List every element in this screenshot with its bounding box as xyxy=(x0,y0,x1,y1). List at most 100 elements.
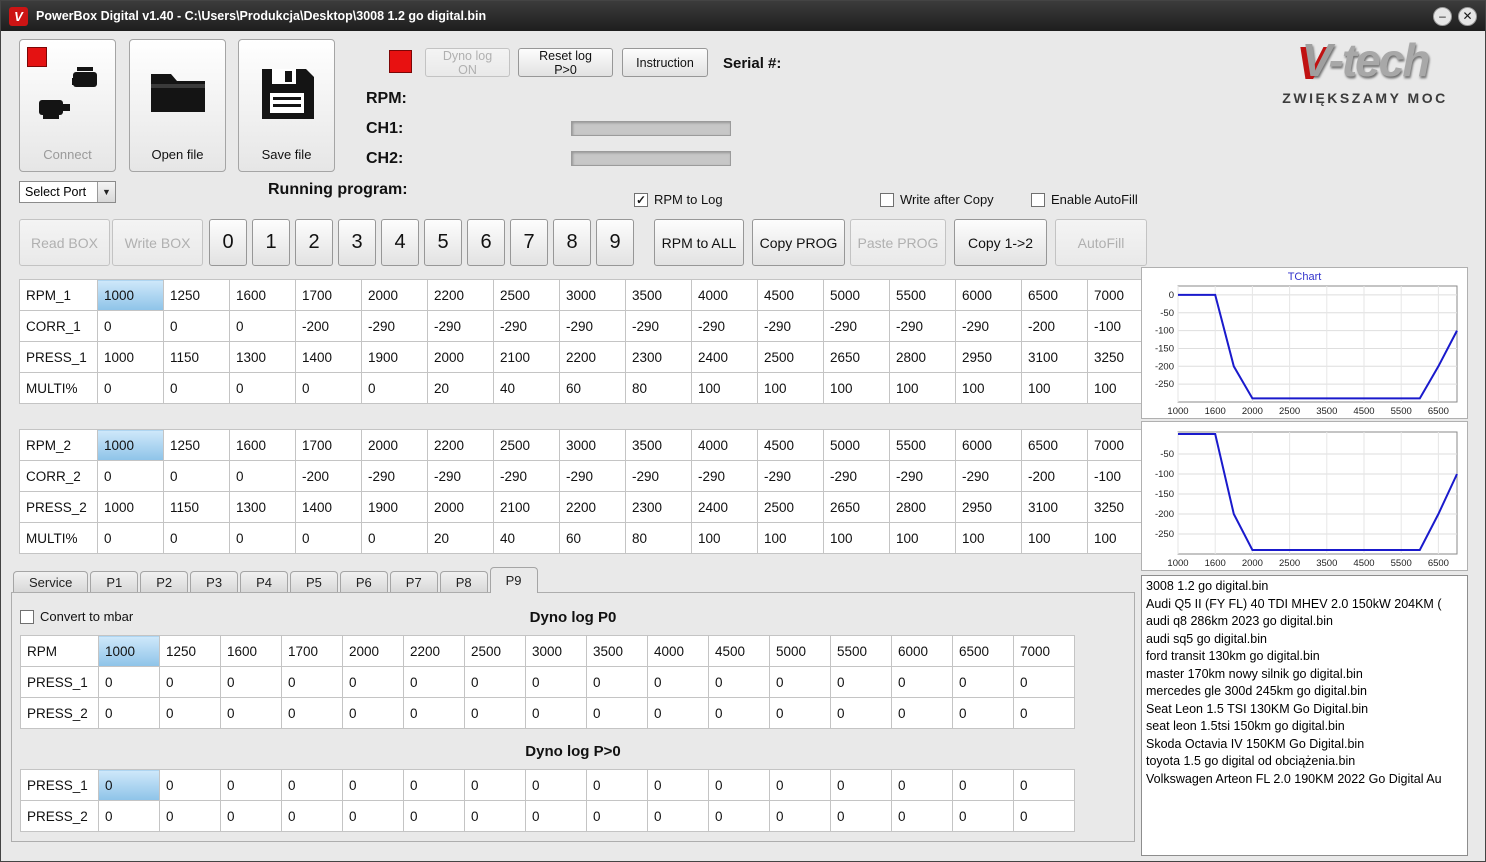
table-cell[interactable]: 1600 xyxy=(229,429,296,461)
read-box-button[interactable]: Read BOX xyxy=(19,219,110,266)
table-cell[interactable]: 100 xyxy=(691,372,758,404)
file-list-item[interactable]: toyota 1.5 go digital od obciążenia.bin xyxy=(1142,753,1467,771)
table-cell[interactable]: -200 xyxy=(295,460,362,492)
table-cell[interactable]: 2200 xyxy=(403,635,465,667)
open-file-button[interactable]: Open file xyxy=(129,39,226,172)
table-cell[interactable]: 0 xyxy=(220,697,282,729)
table-cell[interactable]: 4000 xyxy=(647,635,709,667)
table-cell[interactable]: 2300 xyxy=(625,341,692,373)
table-cell[interactable]: -290 xyxy=(757,310,824,342)
table-cell[interactable]: -200 xyxy=(1021,310,1088,342)
table-cell[interactable]: 1700 xyxy=(295,279,362,311)
table-cell[interactable]: 0 xyxy=(98,697,160,729)
table-cell[interactable]: 0 xyxy=(952,769,1014,801)
table-cell[interactable]: 0 xyxy=(220,666,282,698)
tab-p7[interactable]: P7 xyxy=(389,571,438,593)
reset-log-button[interactable]: Reset log P>0 xyxy=(518,48,613,77)
table-cell[interactable]: 1700 xyxy=(295,429,362,461)
table-cell[interactable]: 0 xyxy=(97,460,164,492)
program-button-3[interactable]: 3 xyxy=(338,219,376,266)
table-cell[interactable]: 0 xyxy=(525,769,587,801)
file-list-item[interactable]: seat leon 1.5tsi 150km go digital.bin xyxy=(1142,718,1467,736)
table-cell[interactable]: 40 xyxy=(493,522,560,554)
table-cell[interactable]: 2650 xyxy=(823,341,890,373)
table-cell[interactable]: 2500 xyxy=(464,635,526,667)
table-cell[interactable]: 0 xyxy=(952,800,1014,832)
table-cell[interactable]: 100 xyxy=(955,372,1022,404)
table-cell[interactable]: -290 xyxy=(361,460,428,492)
table-cell[interactable]: 0 xyxy=(891,697,953,729)
table-cell[interactable]: 2500 xyxy=(757,491,824,523)
file-list-item[interactable]: mercedes gle 300d 245km go digital.bin xyxy=(1142,683,1467,701)
table-cell[interactable]: 0 xyxy=(295,522,362,554)
tab-p3[interactable]: P3 xyxy=(190,571,239,593)
connect-button[interactable]: Connect xyxy=(19,39,116,172)
table-cell[interactable]: -290 xyxy=(427,310,494,342)
table-cell[interactable]: 0 xyxy=(229,310,296,342)
table-cell[interactable]: 0 xyxy=(586,697,648,729)
table-cell[interactable]: 3500 xyxy=(625,279,692,311)
program-button-8[interactable]: 8 xyxy=(553,219,591,266)
table-cell[interactable]: 0 xyxy=(163,460,230,492)
program-button-2[interactable]: 2 xyxy=(295,219,333,266)
write-after-copy-checkbox[interactable]: Write after Copy xyxy=(880,192,994,207)
table-cell[interactable]: -290 xyxy=(823,460,890,492)
file-list-item[interactable]: audi q8 286km 2023 go digital.bin xyxy=(1142,613,1467,631)
program-button-7[interactable]: 7 xyxy=(510,219,548,266)
copy-prog-button[interactable]: Copy PROG xyxy=(752,219,845,266)
table-cell[interactable]: 0 xyxy=(830,769,892,801)
table-cell[interactable]: 1900 xyxy=(361,491,428,523)
table-cell[interactable]: 4500 xyxy=(757,279,824,311)
table-cell[interactable]: 0 xyxy=(98,666,160,698)
table-cell[interactable]: 1000 xyxy=(97,491,164,523)
table-cell[interactable]: 0 xyxy=(952,666,1014,698)
table-cell[interactable]: 0 xyxy=(403,800,465,832)
file-list-item[interactable]: Audi Q5 II (FY FL) 40 TDI MHEV 2.0 150kW… xyxy=(1142,596,1467,614)
table-cell[interactable]: -290 xyxy=(493,460,560,492)
table-cell[interactable]: -290 xyxy=(691,310,758,342)
table-cell[interactable]: 5000 xyxy=(769,635,831,667)
table-cell[interactable]: 1000 xyxy=(97,341,164,373)
table-cell[interactable]: -290 xyxy=(757,460,824,492)
table-cell[interactable]: 0 xyxy=(159,666,221,698)
program-button-1[interactable]: 1 xyxy=(252,219,290,266)
table-cell[interactable]: 2000 xyxy=(361,279,428,311)
table-cell[interactable]: 0 xyxy=(159,769,221,801)
table-cell[interactable]: -290 xyxy=(691,460,758,492)
table-cell[interactable]: 3500 xyxy=(625,429,692,461)
table-cell[interactable]: 3500 xyxy=(586,635,648,667)
table-cell[interactable]: 0 xyxy=(708,697,770,729)
table-cell[interactable]: 0 xyxy=(464,697,526,729)
table-cell[interactable]: 0 xyxy=(769,697,831,729)
table-cell[interactable]: 2500 xyxy=(493,429,560,461)
table-cell[interactable]: 100 xyxy=(889,372,956,404)
table-cell[interactable]: 0 xyxy=(220,800,282,832)
table-cell[interactable]: 0 xyxy=(1013,769,1075,801)
table-cell[interactable]: 0 xyxy=(159,800,221,832)
table-cell[interactable]: 2800 xyxy=(889,491,956,523)
table-cell[interactable]: -200 xyxy=(295,310,362,342)
table-cell[interactable]: 0 xyxy=(1013,800,1075,832)
table-cell[interactable]: 0 xyxy=(891,800,953,832)
table-cell[interactable]: 0 xyxy=(647,800,709,832)
table-cell[interactable]: 100 xyxy=(757,372,824,404)
table-cell[interactable]: 4500 xyxy=(757,429,824,461)
table-cell[interactable]: 2300 xyxy=(625,491,692,523)
table-cell[interactable]: 0 xyxy=(229,372,296,404)
table-cell[interactable]: 0 xyxy=(97,372,164,404)
table-cell[interactable]: 7000 xyxy=(1013,635,1075,667)
table-cell[interactable]: 2950 xyxy=(955,491,1022,523)
rpm-to-all-button[interactable]: RPM to ALL xyxy=(654,219,744,266)
copy-1-to-2-button[interactable]: Copy 1->2 xyxy=(954,219,1047,266)
tab-p5[interactable]: P5 xyxy=(289,571,338,593)
table-cell[interactable]: 0 xyxy=(281,769,343,801)
program-button-4[interactable]: 4 xyxy=(381,219,419,266)
rpm-to-log-checkbox[interactable]: ✓ RPM to Log xyxy=(634,192,723,207)
table-cell[interactable]: 0 xyxy=(281,800,343,832)
table-cell[interactable]: 80 xyxy=(625,522,692,554)
write-box-button[interactable]: Write BOX xyxy=(112,219,203,266)
minimize-button[interactable]: – xyxy=(1433,6,1452,26)
table-cell[interactable]: 2400 xyxy=(691,341,758,373)
table-cell[interactable]: 60 xyxy=(559,372,626,404)
table-cell[interactable]: 5500 xyxy=(830,635,892,667)
